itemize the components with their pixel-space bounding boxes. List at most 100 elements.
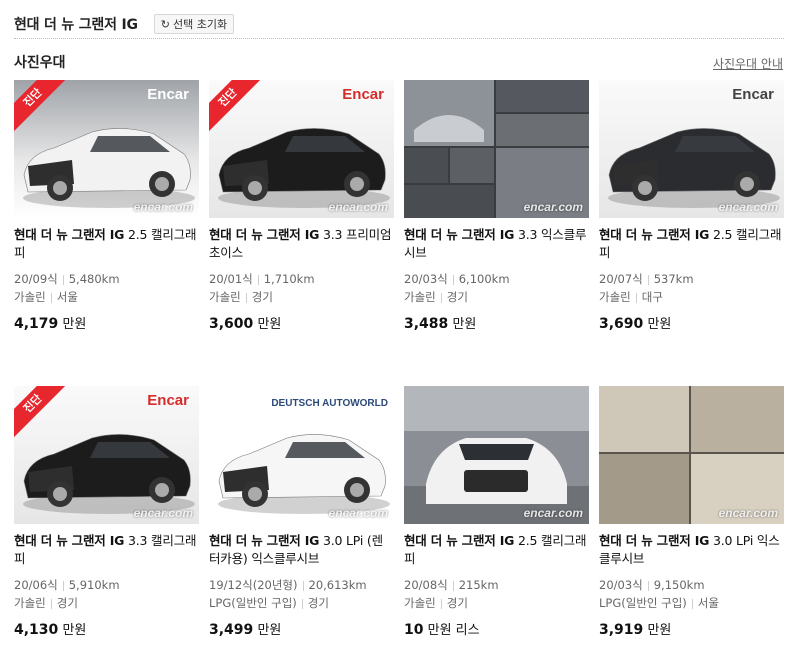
watermark-text: encar.com bbox=[718, 200, 778, 214]
listing-title[interactable]: 현대 더 뉴 그랜저 IG 3.3 익스클루시브 bbox=[404, 226, 589, 262]
listing-fuel: 가솔린 bbox=[209, 290, 241, 304]
photo-tile bbox=[404, 148, 448, 183]
listing-meta: 20/03식 6,100km 가솔린 경기 bbox=[404, 270, 589, 306]
listing-photo[interactable]: encar.com bbox=[599, 386, 784, 524]
listing-card[interactable]: encar.com 현대 더 뉴 그랜저 IG 3.3 익스클루시브 20/03식 6… bbox=[404, 80, 589, 332]
separator bbox=[62, 274, 64, 285]
separator bbox=[452, 274, 454, 285]
price-unit: 만원 bbox=[647, 623, 672, 638]
dealer-logo-text: Encar bbox=[342, 86, 384, 103]
listing-photo[interactable]: encar.com bbox=[404, 80, 589, 218]
photo-tile bbox=[599, 454, 689, 524]
listing-model: 현대 더 뉴 그랜저 IG bbox=[209, 533, 320, 548]
listing-photo[interactable]: Encar encar.com 진단 bbox=[209, 80, 394, 218]
listing-title[interactable]: 현대 더 뉴 그랜저 IG 3.0 LPi (렌터카용) 익스클루시브 bbox=[209, 532, 394, 568]
listing-mileage: 6,100km bbox=[458, 272, 510, 286]
listing-year: 20/03식 bbox=[599, 578, 643, 592]
listing-photo[interactable]: Encar encar.com 진단 bbox=[14, 80, 199, 218]
separator bbox=[647, 580, 649, 591]
watermark-text: encar.com bbox=[523, 506, 583, 520]
price-unit: 만원 bbox=[62, 317, 87, 332]
listing-meta: 20/08식 215km 가솔린 경기 bbox=[404, 576, 589, 612]
listing-price: 3,488 만원 bbox=[404, 313, 589, 332]
price-value: 3,600 bbox=[209, 316, 254, 332]
header-bar: 현대 더 뉴 그랜저 IG ↻ 선택 초기화 bbox=[14, 10, 784, 39]
listing-title[interactable]: 현대 더 뉴 그랜저 IG 2.5 캘리그래피 bbox=[404, 532, 589, 568]
price-unit: 만원 리스 bbox=[427, 623, 480, 638]
listing-fuel: LPG(일반인 구입) bbox=[599, 596, 687, 610]
listing-model: 현대 더 뉴 그랜저 IG bbox=[404, 533, 515, 548]
listing-mileage: 537km bbox=[653, 272, 694, 286]
listing-title[interactable]: 현대 더 뉴 그랜저 IG 3.3 캘리그래피 bbox=[14, 532, 199, 568]
listing-card[interactable]: encar.com 현대 더 뉴 그랜저 IG 3.0 LPi 익스클루시브 20/… bbox=[599, 386, 784, 638]
listing-title[interactable]: 현대 더 뉴 그랜저 IG 2.5 캘리그래피 bbox=[599, 226, 784, 262]
listing-mileage: 5,910km bbox=[68, 578, 120, 592]
refresh-icon: ↻ bbox=[160, 17, 170, 31]
listing-card[interactable]: Encar encar.com 현대 더 뉴 그랜저 IG 2.5 캘리그래피 20/… bbox=[599, 80, 784, 332]
listing-meta: 19/12식(20년형) 20,613km LPG(일반인 구입) 경기 bbox=[209, 576, 394, 612]
watermark-text: encar.com bbox=[133, 506, 193, 520]
price-unit: 만원 bbox=[257, 623, 282, 638]
price-unit: 만원 bbox=[62, 623, 87, 638]
price-value: 4,179 bbox=[14, 316, 59, 332]
listing-price: 10 만원 리스 bbox=[404, 619, 589, 638]
listing-model: 현대 더 뉴 그랜저 IG bbox=[404, 227, 515, 242]
separator bbox=[635, 292, 637, 303]
price-unit: 만원 bbox=[647, 317, 672, 332]
listing-fuel: LPG(일반인 구입) bbox=[209, 596, 297, 610]
listing-photo[interactable]: Encar encar.com 진단 bbox=[14, 386, 199, 524]
listing-card[interactable]: Encar encar.com 진단 현대 더 뉴 그랜저 IG 3.3 캘리그래피 2… bbox=[14, 386, 199, 638]
listing-card[interactable]: encar.com 현대 더 뉴 그랜저 IG 2.5 캘리그래피 20/08식 21… bbox=[404, 386, 589, 638]
photo-tile bbox=[450, 148, 494, 183]
separator bbox=[301, 598, 303, 609]
listing-meta: 20/09식 5,480km 가솔린 서울 bbox=[14, 270, 199, 306]
listing-price: 4,130 만원 bbox=[14, 619, 199, 638]
listing-region: 경기 bbox=[251, 290, 273, 304]
listing-year: 20/03식 bbox=[404, 272, 448, 286]
separator bbox=[440, 292, 442, 303]
listing-year: 20/06식 bbox=[14, 578, 58, 592]
reset-selection-label: 선택 초기화 bbox=[172, 18, 228, 31]
listing-year: 20/08식 bbox=[404, 578, 448, 592]
listing-card[interactable]: Encar encar.com 진단현대 더 뉴 그랜저 IG 2.5 캘리그래피 2… bbox=[14, 80, 199, 332]
listing-region: 서울 bbox=[697, 596, 719, 610]
section-title: 사진우대 bbox=[14, 55, 66, 71]
watermark-text: encar.com bbox=[523, 200, 583, 214]
price-value: 3,919 bbox=[599, 622, 644, 638]
photo-tile bbox=[599, 386, 689, 452]
listing-mileage: 215km bbox=[458, 578, 499, 592]
page-title: 현대 더 뉴 그랜저 IG bbox=[14, 17, 138, 33]
dealer-logo-text: Encar bbox=[147, 392, 189, 409]
listing-title[interactable]: 현대 더 뉴 그랜저 IG 3.0 LPi 익스클루시브 bbox=[599, 532, 784, 568]
listing-mileage: 1,710km bbox=[263, 272, 315, 286]
listing-title[interactable]: 현대 더 뉴 그랜저 IG 2.5 캘리그래피 bbox=[14, 226, 199, 262]
watermark-text: encar.com bbox=[133, 200, 193, 214]
photo-tile bbox=[496, 114, 589, 146]
listing-model: 현대 더 뉴 그랜저 IG bbox=[599, 227, 710, 242]
listing-model: 현대 더 뉴 그랜저 IG bbox=[209, 227, 320, 242]
separator bbox=[62, 580, 64, 591]
listing-card[interactable]: Encar encar.com 진단현대 더 뉴 그랜저 IG 3.3 프리미엄 초… bbox=[209, 80, 394, 332]
price-value: 3,488 bbox=[404, 316, 449, 332]
listing-year: 19/12식(20년형) bbox=[209, 578, 298, 592]
dealer-logo-text: Encar bbox=[732, 86, 774, 103]
reset-selection-button[interactable]: ↻ 선택 초기화 bbox=[153, 14, 235, 34]
separator bbox=[245, 292, 247, 303]
photo-guide-link[interactable]: 사진우대 안내 bbox=[713, 55, 783, 72]
listing-title[interactable]: 현대 더 뉴 그랜저 IG 3.3 프리미엄 초이스 bbox=[209, 226, 394, 262]
listing-model: 현대 더 뉴 그랜저 IG bbox=[14, 227, 125, 242]
listing-model: 현대 더 뉴 그랜저 IG bbox=[599, 533, 710, 548]
listing-mileage: 9,150km bbox=[653, 578, 705, 592]
listing-meta: 20/01식 1,710km 가솔린 경기 bbox=[209, 270, 394, 306]
listing-year: 20/01식 bbox=[209, 272, 253, 286]
listing-card[interactable]: DEUTSCH AUTOWORLD encar.com 현대 더 뉴 그랜저 IG … bbox=[209, 386, 394, 638]
separator bbox=[50, 598, 52, 609]
listing-photo[interactable]: encar.com bbox=[404, 386, 589, 524]
listing-price: 3,600 만원 bbox=[209, 313, 394, 332]
listing-photo[interactable]: Encar encar.com bbox=[599, 80, 784, 218]
listing-mileage: 20,613km bbox=[308, 578, 367, 592]
listing-year: 20/07식 bbox=[599, 272, 643, 286]
photo-tile bbox=[496, 80, 589, 112]
listing-photo[interactable]: DEUTSCH AUTOWORLD encar.com bbox=[209, 386, 394, 524]
listing-region: 서울 bbox=[56, 290, 78, 304]
